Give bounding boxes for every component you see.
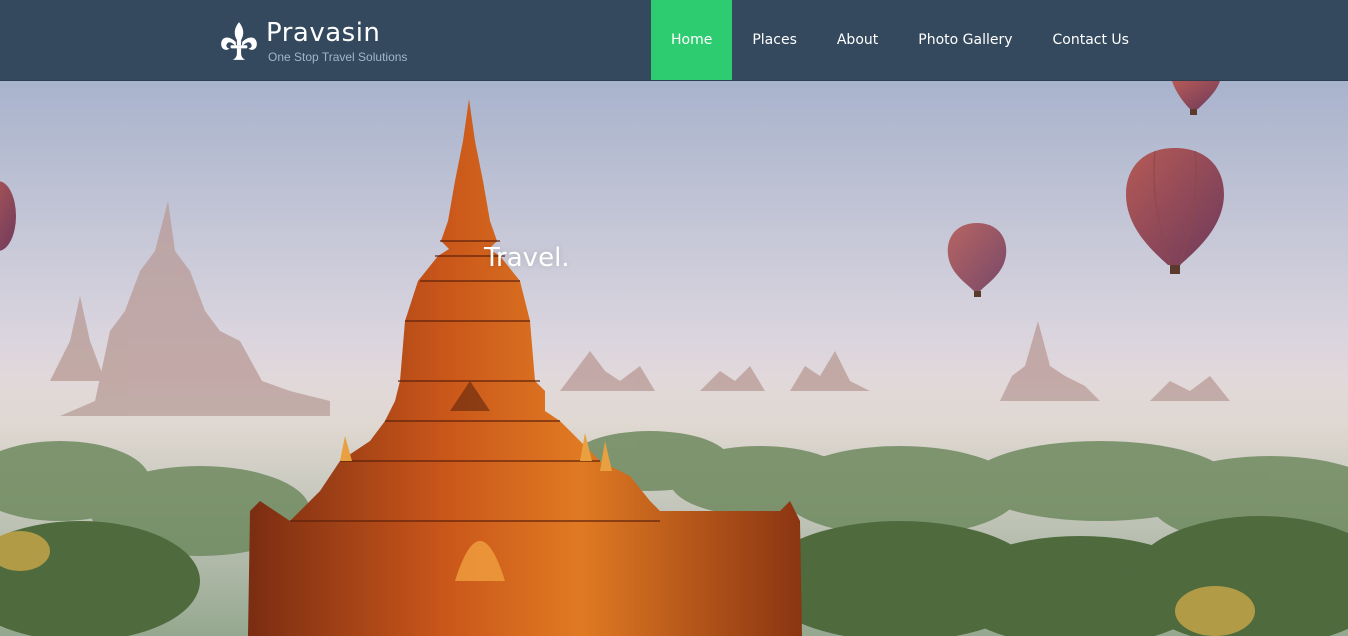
nav-link-places[interactable]: Places: [732, 0, 817, 80]
nav-link-contact-us[interactable]: Contact Us: [1033, 0, 1149, 80]
nav-item-contact-us: Contact Us: [1033, 0, 1149, 80]
nav-link-about[interactable]: About: [817, 0, 898, 80]
nav-item-places: Places: [732, 0, 817, 80]
nav-link-photo-gallery[interactable]: Photo Gallery: [898, 0, 1032, 80]
brand-tagline: One Stop Travel Solutions: [268, 49, 408, 64]
navbar: Pravasin One Stop Travel Solutions Home …: [0, 0, 1348, 81]
fleur-de-lis-icon: [221, 22, 257, 60]
nav-link-home[interactable]: Home: [651, 0, 733, 80]
nav-item-about: About: [817, 0, 898, 80]
brand-name: Pravasin: [266, 17, 381, 48]
nav-item-home: Home: [651, 0, 733, 80]
hero-banner: Travel.: [0, 81, 1348, 636]
brand-logo-link[interactable]: Pravasin One Stop Travel Solutions: [218, 18, 407, 64]
main-nav: Home Places About Photo Gallery Contact …: [651, 0, 1149, 80]
hero-caption: Travel.: [484, 243, 570, 273]
hero-background-image: [0, 81, 1348, 636]
nav-item-photo-gallery: Photo Gallery: [898, 0, 1032, 80]
